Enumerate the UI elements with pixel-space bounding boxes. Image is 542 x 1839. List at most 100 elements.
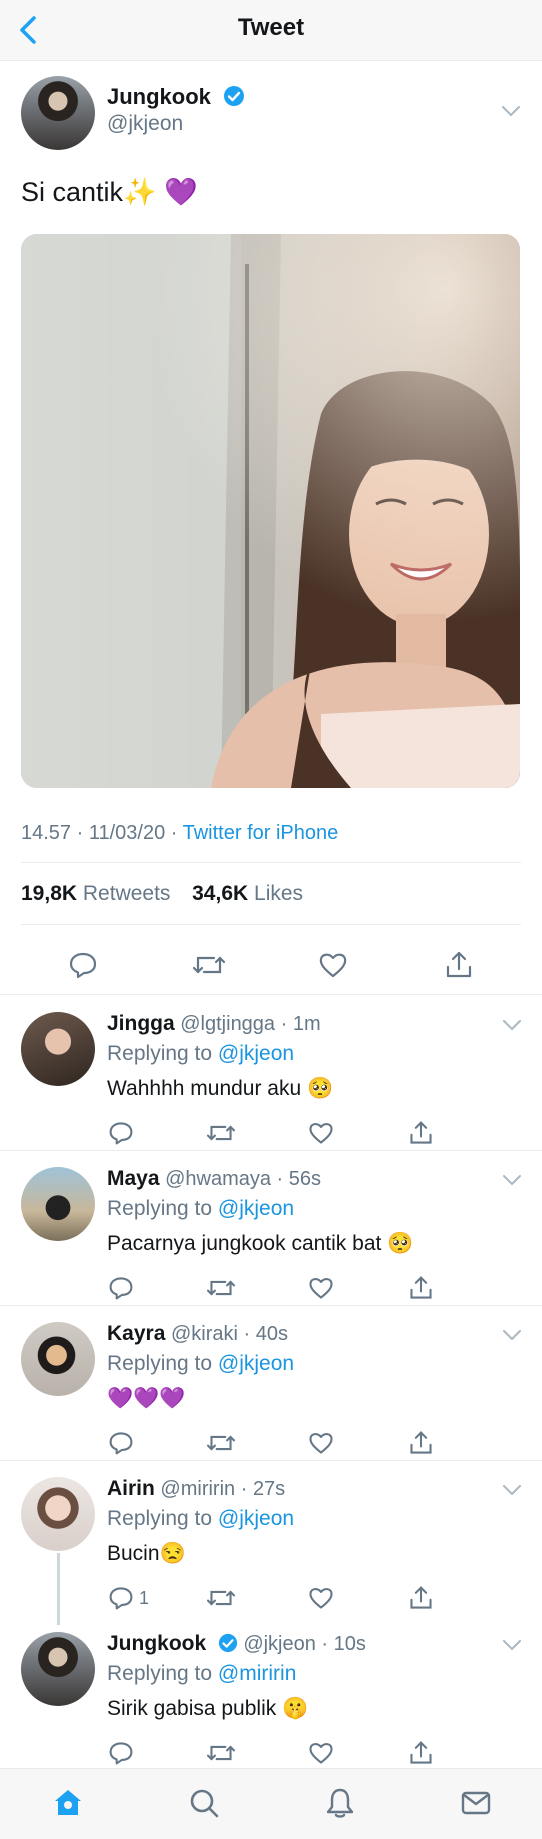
reply-author-name[interactable]: Airin (107, 1477, 155, 1500)
replying-to-link[interactable]: @jkjeon (218, 1197, 294, 1220)
like-heart-icon[interactable] (308, 1430, 334, 1456)
like-heart-icon[interactable] (308, 1120, 334, 1146)
reply-author-handle[interactable]: @miririn (160, 1478, 235, 1500)
retweet-icon[interactable] (206, 1120, 236, 1146)
replying-to-link[interactable]: @miririn (218, 1662, 296, 1685)
reply-actions (0, 1275, 542, 1305)
replying-to-link[interactable]: @jkjeon (218, 1352, 294, 1375)
replying-to: Replying to @jkjeon (107, 1507, 294, 1531)
reply-icon[interactable] (108, 1275, 134, 1301)
reply-text: Pacarnya jungkook cantik bat 🥺 (107, 1232, 414, 1255)
share-icon[interactable] (408, 1275, 434, 1301)
chevron-down-icon[interactable] (502, 1328, 522, 1342)
retweet-icon[interactable] (192, 950, 226, 980)
reply-author-name[interactable]: Kayra (107, 1322, 165, 1345)
reply-text: Bucin😒 (107, 1542, 186, 1565)
reply-item[interactable]: Jingga @lgtjingga · 1m Replying to @jkje… (0, 996, 542, 1151)
verified-badge-icon (224, 86, 245, 106)
chevron-down-icon[interactable] (502, 1638, 522, 1652)
reply-text: Sirik gabisa publik 🤫 (107, 1697, 309, 1720)
reply-header: Kayra @kiraki · 40s (107, 1322, 288, 1345)
reply-icon[interactable] (108, 1120, 134, 1146)
reply-item[interactable]: Airin @miririn · 27s Replying to @jkjeon… (0, 1461, 542, 1625)
author-handle[interactable]: @jkjeon (107, 112, 183, 136)
reply-icon[interactable] (108, 1585, 134, 1611)
share-icon[interactable] (408, 1430, 434, 1456)
tweet-actions (0, 936, 542, 996)
like-heart-icon[interactable] (308, 1275, 334, 1301)
avatar[interactable] (21, 1477, 95, 1551)
chevron-down-icon[interactable] (501, 104, 521, 118)
like-heart-icon[interactable] (318, 950, 348, 980)
reply-text: 💜💜💜 (107, 1387, 186, 1410)
reply-header: Airin @miririn · 27s (107, 1477, 286, 1500)
replying-to-link[interactable]: @jkjeon (218, 1507, 294, 1530)
reply-text: Wahhhh mundur aku 🥺 (107, 1077, 334, 1100)
tweet-source-link[interactable]: Twitter for iPhone (183, 822, 339, 844)
like-heart-icon[interactable] (308, 1585, 334, 1611)
reply-author-handle[interactable]: @kiraki (171, 1323, 238, 1345)
bottom-tab-bar (0, 1768, 542, 1839)
chevron-down-icon[interactable] (502, 1483, 522, 1497)
reply-author-name[interactable]: Jingga (107, 1012, 175, 1035)
avatar[interactable] (21, 1632, 95, 1706)
reply-header: Jungkook @jkjeon · 10s (107, 1632, 366, 1655)
reply-author-handle[interactable]: @jkjeon (243, 1633, 316, 1655)
photo-illustration (21, 234, 520, 788)
divider (21, 862, 521, 863)
reply-icon[interactable] (68, 950, 98, 980)
avatar[interactable] (21, 76, 95, 150)
replying-to: Replying to @jkjeon (107, 1042, 294, 1066)
reply-item[interactable]: Kayra @kiraki · 40s Replying to @jkjeon … (0, 1306, 542, 1461)
like-heart-icon[interactable] (308, 1740, 334, 1766)
retweet-icon[interactable] (206, 1740, 236, 1766)
avatar[interactable] (21, 1012, 95, 1086)
reply-time: 10s (333, 1633, 366, 1655)
replying-to-link[interactable]: @jkjeon (218, 1042, 294, 1065)
share-icon[interactable] (408, 1585, 434, 1611)
author-name[interactable]: Jungkook (107, 84, 245, 110)
reply-actions (0, 1120, 542, 1150)
reply-actions (0, 1430, 542, 1460)
replying-prefix: Replying to (107, 1507, 218, 1530)
share-icon[interactable] (408, 1740, 434, 1766)
reply-icon[interactable] (108, 1430, 134, 1456)
avatar[interactable] (21, 1167, 95, 1241)
retweet-icon[interactable] (206, 1430, 236, 1456)
replying-to: Replying to @jkjeon (107, 1352, 294, 1376)
reply-author-handle[interactable]: @lgtjingga (180, 1013, 275, 1035)
replying-prefix: Replying to (107, 1197, 218, 1220)
reply-item[interactable]: Jungkook @jkjeon · 10s Replying to @miri… (0, 1616, 542, 1768)
chevron-down-icon[interactable] (502, 1018, 522, 1032)
retweets-count[interactable]: 19,8K (21, 882, 77, 905)
avatar[interactable] (21, 1322, 95, 1396)
reply-icon[interactable] (108, 1740, 134, 1766)
reply-author-name[interactable]: Jungkook (107, 1632, 206, 1655)
share-icon[interactable] (444, 950, 474, 980)
likes-label[interactable]: Likes (254, 882, 303, 905)
reply-header: Maya @hwamaya · 56s (107, 1167, 322, 1190)
tweet-meta: 14.57 · 11/03/20 · Twitter for iPhone (21, 822, 338, 845)
search-icon[interactable] (188, 1787, 220, 1819)
retweet-icon[interactable] (206, 1585, 236, 1611)
likes-count[interactable]: 34,6K (192, 882, 248, 905)
reply-time: 56s (288, 1168, 322, 1190)
tweet-photo[interactable] (21, 234, 520, 788)
notifications-icon[interactable] (324, 1787, 356, 1819)
tweet-timestamp: 14.57 · 11/03/20 · (21, 822, 183, 844)
replying-to: Replying to @jkjeon (107, 1197, 294, 1221)
retweets-label[interactable]: Retweets (83, 882, 171, 905)
divider (21, 924, 521, 925)
top-nav-bar: Tweet (0, 0, 542, 61)
reply-item[interactable]: Maya @hwamaya · 56s Replying to @jkjeon … (0, 1151, 542, 1306)
home-icon[interactable] (52, 1787, 84, 1819)
messages-icon[interactable] (460, 1787, 492, 1819)
tweet-text: Si cantik✨ 💜 (21, 177, 198, 207)
replying-prefix: Replying to (107, 1662, 218, 1685)
tweet-author[interactable]: Jungkook @jkjeon (21, 76, 521, 152)
chevron-down-icon[interactable] (502, 1173, 522, 1187)
share-icon[interactable] (408, 1120, 434, 1146)
reply-author-name[interactable]: Maya (107, 1167, 160, 1190)
retweet-icon[interactable] (206, 1275, 236, 1301)
reply-author-handle[interactable]: @hwamaya (165, 1168, 271, 1190)
